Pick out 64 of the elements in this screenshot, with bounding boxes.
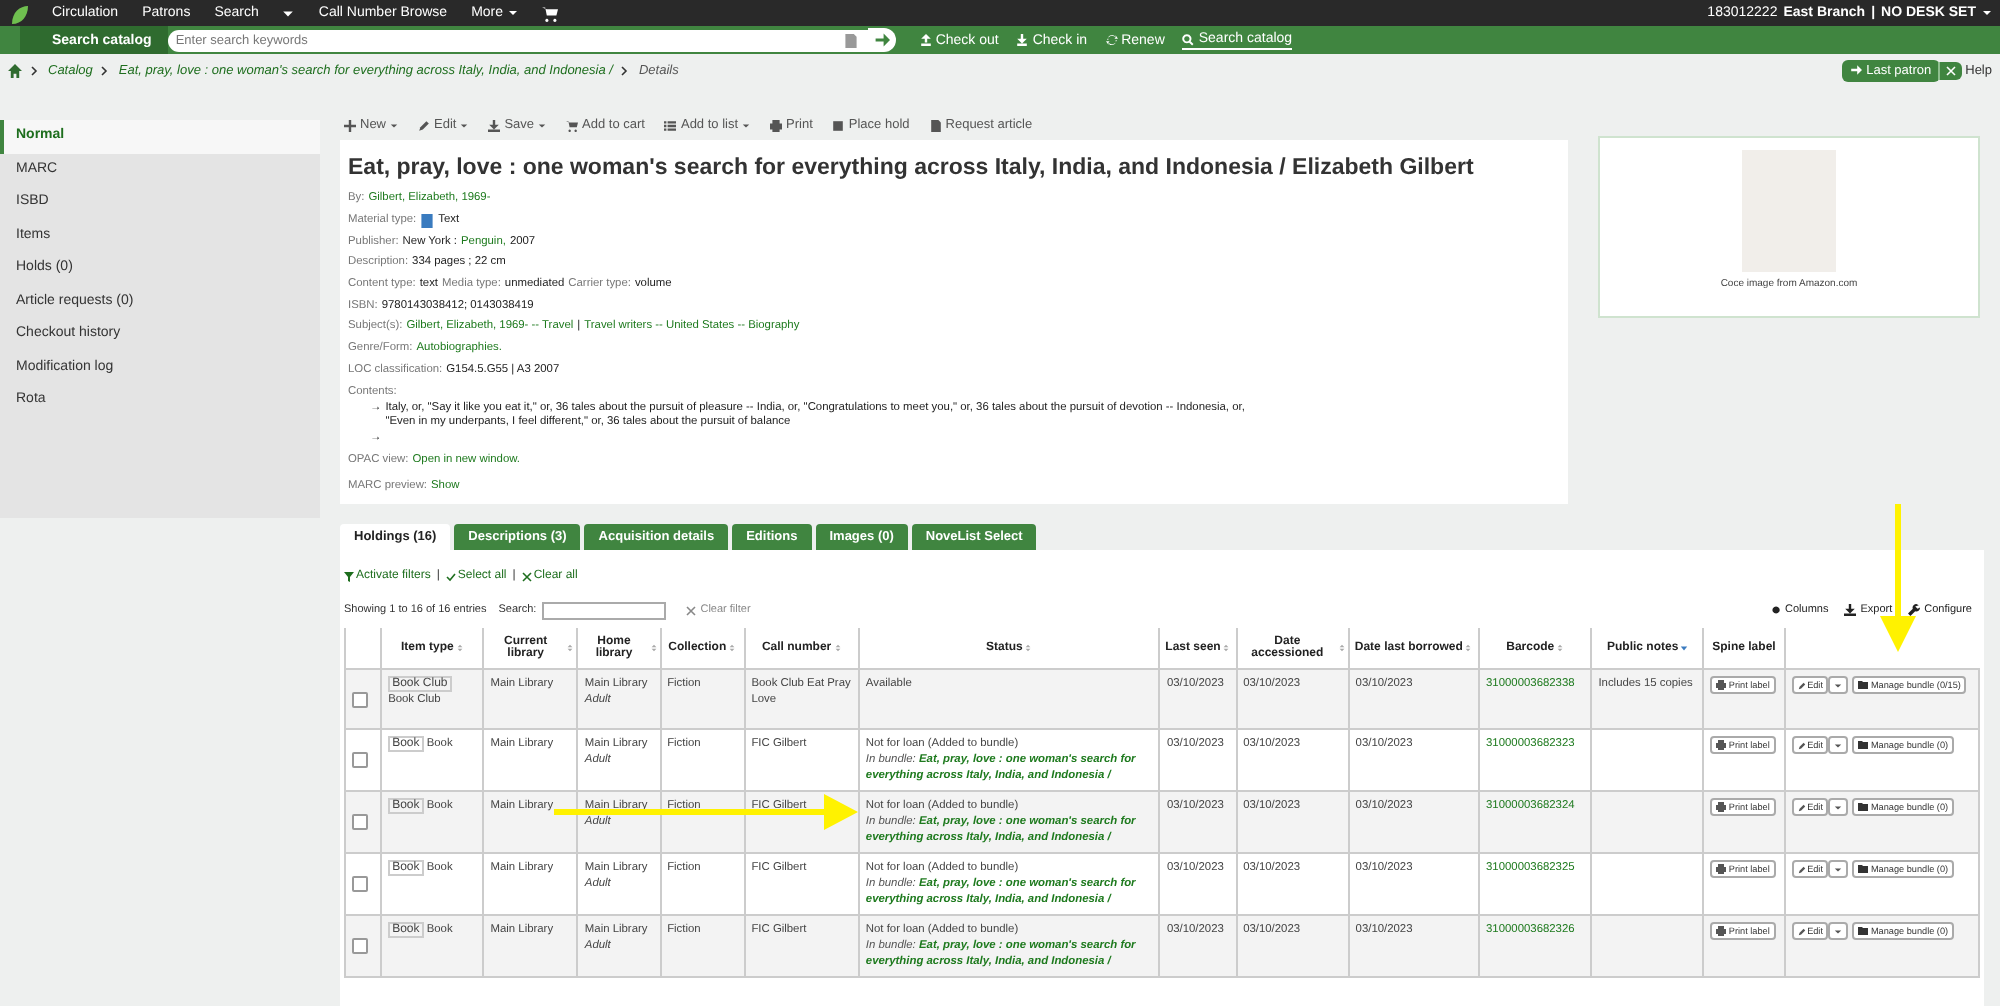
- close-icon: [686, 605, 697, 615]
- caret-icon: [507, 8, 518, 18]
- row-checkbox[interactable]: [352, 692, 368, 708]
- close-icon: [521, 571, 532, 581]
- upload-icon: [919, 34, 932, 46]
- search-icon: [1182, 33, 1195, 45]
- cart-icon: [566, 119, 579, 131]
- close-button[interactable]: [1937, 61, 1962, 79]
- arrow-icon: [873, 32, 890, 48]
- printer-icon: [1716, 802, 1727, 812]
- printer-icon: [1716, 926, 1727, 936]
- dropdown-button[interactable]: [1828, 860, 1849, 878]
- submit-button[interactable]: [867, 28, 896, 52]
- caret-icon: [282, 7, 295, 19]
- pencil-icon: [1797, 927, 1806, 935]
- printer-icon: [770, 119, 783, 131]
- table-search-field[interactable]: [542, 601, 667, 619]
- cart-icon: [541, 5, 558, 21]
- document-icon: [929, 119, 942, 131]
- download-icon: [488, 119, 501, 131]
- record-title: Eat, pray, love : one woman's search for everything across Italy, India, and Indonesia / Elizabeth Gilbert: [348, 156, 1476, 180]
- leaf-logo-icon: [8, 3, 28, 23]
- pencil-icon: [1797, 803, 1806, 811]
- folder-icon: [1858, 926, 1869, 936]
- caret-icon: [1834, 681, 1843, 689]
- dropdown-button[interactable]: [1828, 798, 1849, 816]
- chevron-icon: [30, 65, 40, 75]
- wrench-icon: [1908, 604, 1921, 616]
- caret-icon: [1834, 803, 1843, 811]
- folder-icon: [1858, 680, 1869, 690]
- pencil-icon: [418, 119, 431, 131]
- row-checkbox[interactable]: [352, 938, 368, 954]
- dropdown-button[interactable]: [1828, 676, 1849, 694]
- caret-icon: [1982, 8, 1992, 18]
- printer-icon: [1716, 864, 1727, 874]
- caret-icon: [1834, 865, 1843, 873]
- arrow-icon: [1850, 64, 1863, 76]
- plus-icon: [344, 119, 356, 131]
- row-checkbox[interactable]: [352, 876, 368, 892]
- close-icon: [1945, 65, 1956, 75]
- square-icon: [832, 119, 845, 131]
- row-checkbox[interactable]: [352, 814, 368, 830]
- check-icon: [445, 571, 456, 581]
- folder-icon: [1858, 802, 1869, 812]
- folder-icon: [1858, 864, 1869, 874]
- dropdown-button[interactable]: [1828, 736, 1849, 754]
- pencil-icon: [1797, 741, 1806, 749]
- download-icon: [1016, 34, 1029, 46]
- printer-icon: [1716, 740, 1727, 750]
- dropdown-button[interactable]: [1828, 922, 1849, 940]
- caret-icon: [1834, 741, 1843, 749]
- download-icon: [1844, 604, 1857, 616]
- book-icon: [420, 213, 435, 228]
- caret-icon: [1834, 927, 1843, 935]
- chevron-icon: [100, 65, 111, 75]
- home-icon: [8, 63, 22, 77]
- pencil-icon: [1797, 681, 1806, 689]
- printer-icon: [1716, 680, 1727, 690]
- pencil-icon: [1797, 865, 1806, 873]
- refresh-icon: [1105, 34, 1118, 46]
- funnel-icon: [344, 571, 354, 581]
- folder-icon: [1858, 740, 1869, 750]
- chevron-icon: [620, 65, 631, 75]
- row-checkbox[interactable]: [352, 752, 368, 768]
